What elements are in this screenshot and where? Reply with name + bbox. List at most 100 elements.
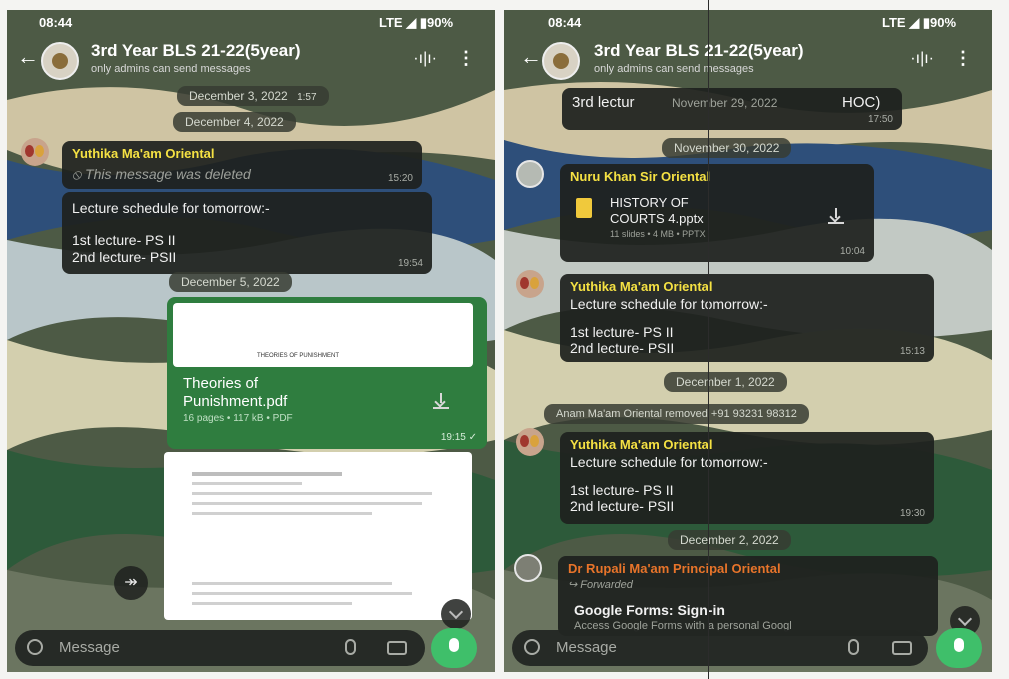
message-input[interactable]: Message: [15, 630, 425, 666]
message-bubble[interactable]: Yuthika Ma'am Oriental Lecture schedule …: [560, 432, 934, 524]
message-input-bar: Message: [7, 624, 495, 672]
message-text-line: Lecture schedule for tomorrow:-: [570, 296, 768, 312]
emoji-icon[interactable]: [524, 639, 540, 655]
forwarded-row: ↪ Forwarded: [568, 578, 633, 591]
pdf-page-preview[interactable]: [164, 452, 472, 620]
message-bubble[interactable]: Yuthika Ma'am Oriental Lecture schedule …: [560, 274, 934, 362]
message-text-line: 1st lecture- PS II: [570, 482, 674, 498]
camera-icon[interactable]: [892, 641, 912, 655]
date-chip: December 4, 2022: [173, 112, 296, 132]
chat-title[interactable]: 3rd Year BLS 21-22(5year): [91, 41, 300, 61]
message-bubble[interactable]: Lecture schedule for tomorrow:- 1st lect…: [62, 192, 432, 274]
download-icon[interactable]: [433, 393, 449, 409]
message-text-line: 2nd lecture- PSII: [570, 498, 675, 514]
document-name-line: Punishment.pdf: [183, 393, 288, 410]
pdf-preview-thumbnail[interactable]: THEORIES OF PUNISHMENT: [173, 303, 473, 367]
sender-avatar[interactable]: [514, 554, 542, 582]
sender-avatar[interactable]: [21, 138, 49, 166]
document-name-line: Theories of: [183, 375, 259, 392]
more-vert-icon[interactable]: ⋮: [954, 48, 972, 69]
attach-icon[interactable]: [848, 639, 859, 655]
sender-name[interactable]: Yuthika Ma'am Oriental: [570, 279, 713, 294]
deleted-message-text: This message was deleted: [85, 166, 251, 182]
message-text-line: Lecture schedule for tomorrow:-: [72, 200, 270, 216]
date-chip: November 30, 2022: [662, 138, 792, 158]
message-time: 15:20: [387, 173, 413, 184]
sender-avatar[interactable]: [516, 428, 544, 456]
message-bubble[interactable]: 3rd lectur November 29, 2022 HOC) 17:50: [562, 88, 902, 130]
date-chip: December 3, 2022 1:57: [177, 86, 329, 106]
preview-text-line: [192, 502, 422, 505]
sender-name[interactable]: Yuthika Ma'am Oriental: [570, 437, 713, 452]
voice-chat-icon[interactable]: ·ı|ı·: [413, 50, 437, 68]
attach-icon[interactable]: [345, 639, 356, 655]
chat-subtitle: only admins can send messages: [594, 63, 754, 75]
pdf-preview-heading: THEORIES OF PUNISHMENT: [257, 353, 340, 359]
camera-icon[interactable]: [387, 641, 407, 655]
group-avatar[interactable]: [542, 42, 580, 80]
message-input-bar: Message: [504, 624, 992, 672]
scan-crease-line: [708, 0, 709, 679]
message-text-line: 3rd lectur: [572, 94, 635, 111]
message-text-line: 1st lecture- PS II: [72, 232, 176, 248]
date-chip: December 5, 2022: [169, 272, 292, 292]
message-input[interactable]: Message: [512, 630, 928, 666]
forward-icon[interactable]: ↠: [114, 566, 148, 600]
status-bar: 08:44 LTE ◢ ▮90%: [504, 10, 992, 36]
network-battery-indicator: LTE ◢ ▮90%: [379, 15, 453, 30]
link-title[interactable]: Google Forms: Sign-in: [574, 602, 725, 618]
document-meta: 11 slides • 4 MB • PPTX: [610, 229, 706, 239]
message-time: 19:15 ✓: [440, 432, 477, 443]
sender-avatar[interactable]: [516, 160, 544, 188]
preview-text-line: [192, 472, 342, 476]
message-text-line: 1st lecture- PS II: [570, 324, 674, 340]
download-icon[interactable]: [828, 208, 844, 224]
more-vert-icon[interactable]: ⋮: [457, 48, 475, 69]
chat-app-bar: ← 3rd Year BLS 21-22(5year) only admins …: [504, 36, 992, 86]
right-phone-screenshot: 08:44 LTE ◢ ▮90% ← 3rd Year BLS 21-22(5y…: [504, 10, 992, 672]
sender-name[interactable]: Yuthika Ma'am Oriental: [72, 146, 215, 161]
document-meta: 16 pages • 117 kB • PDF: [183, 413, 293, 424]
sender-name[interactable]: Dr Rupali Ma'am Principal Oriental: [568, 561, 781, 576]
message-time: 10:04: [839, 246, 865, 257]
document-name-line: COURTS 4.pptx: [610, 211, 704, 226]
status-time: 08:44: [39, 15, 73, 30]
date-chip-time: 1:57: [297, 92, 317, 103]
sender-name[interactable]: Nuru Khan Sir Oriental: [570, 169, 710, 184]
chat-title[interactable]: 3rd Year BLS 21-22(5year): [594, 41, 803, 61]
deleted-message-row: ⦸ This message was deleted: [72, 166, 251, 183]
back-arrow-icon[interactable]: ←: [520, 46, 542, 68]
sender-avatar[interactable]: [516, 270, 544, 298]
message-text-line: HOC): [842, 94, 881, 111]
emoji-icon[interactable]: [27, 639, 43, 655]
message-text-line: 2nd lecture- PSII: [72, 249, 177, 265]
message-time: 17:50: [867, 114, 893, 125]
forward-icon: ↪: [568, 579, 581, 591]
pdf-document-message[interactable]: THEORIES OF PUNISHMENT Theories of Punis…: [167, 297, 487, 449]
message-time: 19:30: [899, 508, 925, 519]
message-time: 15:13: [899, 346, 925, 357]
date-chip-label: December 3, 2022: [189, 89, 288, 103]
left-phone-screenshot: 08:44 LTE ◢ ▮90% ← 3rd Year BLS 21-22(5y…: [7, 10, 495, 672]
document-name-line: HISTORY OF: [610, 195, 689, 210]
date-overlay: November 29, 2022: [672, 96, 778, 110]
chat-app-bar: ← 3rd Year BLS 21-22(5year) only admins …: [7, 36, 495, 86]
back-arrow-icon[interactable]: ←: [17, 46, 39, 68]
preview-text-line: [192, 602, 352, 605]
preview-text-line: [192, 492, 432, 495]
status-time: 08:44: [548, 15, 582, 30]
message-placeholder: Message: [59, 639, 120, 656]
system-notice: Anam Ma'am Oriental removed +91 93231 98…: [544, 404, 809, 424]
chat-subtitle: only admins can send messages: [91, 63, 251, 75]
mic-icon[interactable]: [936, 628, 982, 668]
pptx-document-message[interactable]: Nuru Khan Sir Oriental HISTORY OF COURTS…: [560, 164, 874, 262]
preview-text-line: [192, 482, 302, 485]
date-chip: December 2, 2022: [668, 530, 791, 550]
group-avatar[interactable]: [41, 42, 79, 80]
message-text-line: 2nd lecture- PSII: [570, 340, 675, 356]
preview-text-line: [192, 582, 392, 585]
deleted-message-bubble[interactable]: Yuthika Ma'am Oriental ⦸ This message wa…: [62, 141, 422, 189]
mic-icon[interactable]: [431, 628, 477, 668]
voice-chat-icon[interactable]: ·ı|ı·: [910, 50, 934, 68]
deleted-icon: ⦸: [72, 166, 86, 182]
